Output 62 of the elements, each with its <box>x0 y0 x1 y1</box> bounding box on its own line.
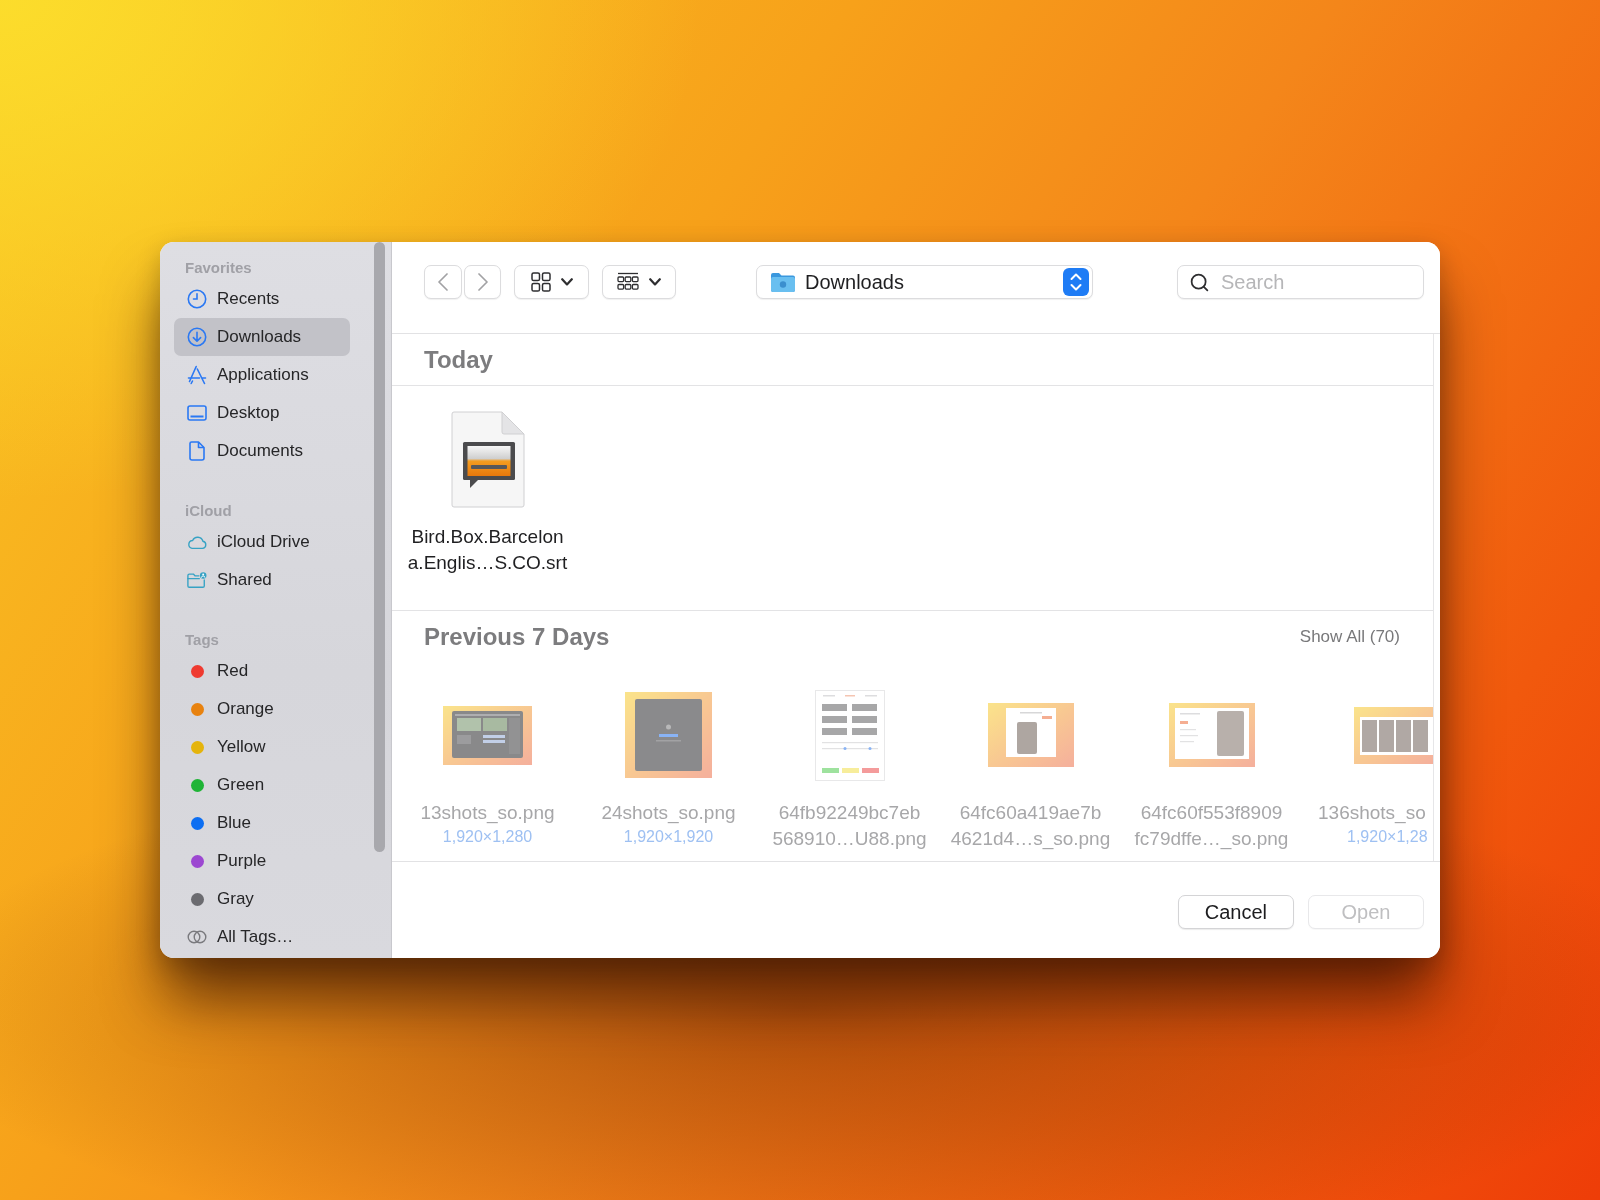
sidebar-item[interactable]: Gray <box>174 880 350 918</box>
sidebar-section-title: iCloud <box>184 501 233 521</box>
subtitle-file-icon[interactable] <box>450 410 525 508</box>
folder-icon <box>770 271 796 293</box>
download-icon <box>187 327 207 347</box>
file-name: Bird.Box.Barcelon a.Englis…S.CO.srt <box>407 525 568 575</box>
image-dimensions: 1,920×1,28 <box>1347 827 1428 847</box>
show-all-button[interactable]: Show All (70) <box>1299 626 1400 647</box>
sidebar-item[interactable]: Desktop <box>174 394 350 432</box>
up-down-chevron-icon <box>1063 268 1089 296</box>
image-thumbnail-drawing[interactable] <box>1352 704 1433 766</box>
image-thumbnail-drawing[interactable] <box>623 690 714 780</box>
image-thumbnail-drawing[interactable] <box>985 701 1076 769</box>
cloud-icon <box>187 534 207 550</box>
image-dimensions: 1,920×1,920 <box>623 827 714 847</box>
sidebar-item[interactable]: All Tags… <box>174 918 350 956</box>
sidebar-item[interactable]: Shared <box>174 561 350 599</box>
location-popup[interactable]: Downloads <box>756 265 1093 299</box>
file-name: 24shots_so.png <box>601 801 736 826</box>
file-name: 64fb92249bc7eb 568910…U88.png <box>772 801 927 851</box>
sidebar-item[interactable]: Orange <box>174 690 350 728</box>
sidebar-item[interactable]: Applications <box>174 356 350 394</box>
sidebar-item[interactable]: Red <box>174 652 350 690</box>
image-thumbnail-drawing[interactable] <box>1166 701 1257 769</box>
forward-button[interactable] <box>464 265 501 299</box>
sidebar-item[interactable]: Downloads <box>174 318 350 356</box>
image-thumbnail-drawing[interactable] <box>441 703 534 767</box>
file-name: 136shots_so <box>1318 801 1426 826</box>
image-dimensions: 1,920×1,280 <box>442 827 533 847</box>
file-name: 64fc60a419ae7b 4621d4…s_so.png <box>950 801 1111 852</box>
chevron-right-icon <box>477 273 488 291</box>
clock-icon <box>187 289 207 309</box>
tags-icon <box>187 930 207 944</box>
group-grid-icon <box>617 272 639 292</box>
chevron-left-icon <box>438 273 448 291</box>
shared-folder-icon <box>187 571 207 589</box>
chevron-down-icon <box>560 278 573 286</box>
grid-icon <box>530 272 551 292</box>
search-icon <box>1189 272 1210 293</box>
desktop-icon <box>187 405 207 421</box>
sidebar-item[interactable]: Purple <box>174 842 350 880</box>
section-title: Today <box>424 345 493 374</box>
scrollbar-thumb[interactable] <box>374 242 385 852</box>
group-by-button[interactable] <box>602 265 676 299</box>
sidebar-section-title: Favorites <box>184 258 253 278</box>
cancel-button[interactable]: Cancel <box>1177 895 1294 929</box>
file-name: 64fc60f553f8909 fc79dffe…_so.png <box>1134 801 1289 852</box>
sidebar-item[interactable]: Documents <box>174 432 350 470</box>
sidebar-item[interactable]: Green <box>174 766 350 804</box>
document-icon <box>189 441 205 461</box>
section-title: Previous 7 Days <box>424 622 610 651</box>
search-field[interactable]: Search <box>1177 265 1424 299</box>
file-name: 13shots_so.png <box>420 801 555 826</box>
chevron-down-icon <box>649 278 661 286</box>
view-mode-button[interactable] <box>514 265 589 299</box>
sidebar-item[interactable]: Yellow <box>174 728 350 766</box>
back-button[interactable] <box>424 265 462 299</box>
letter-a-icon <box>187 365 207 385</box>
image-thumbnail-drawing[interactable] <box>814 689 885 781</box>
sidebar-item[interactable]: Blue <box>174 804 350 842</box>
sidebar-item[interactable]: Recents <box>174 280 350 318</box>
sidebar-item[interactable]: iCloud Drive <box>174 523 350 561</box>
